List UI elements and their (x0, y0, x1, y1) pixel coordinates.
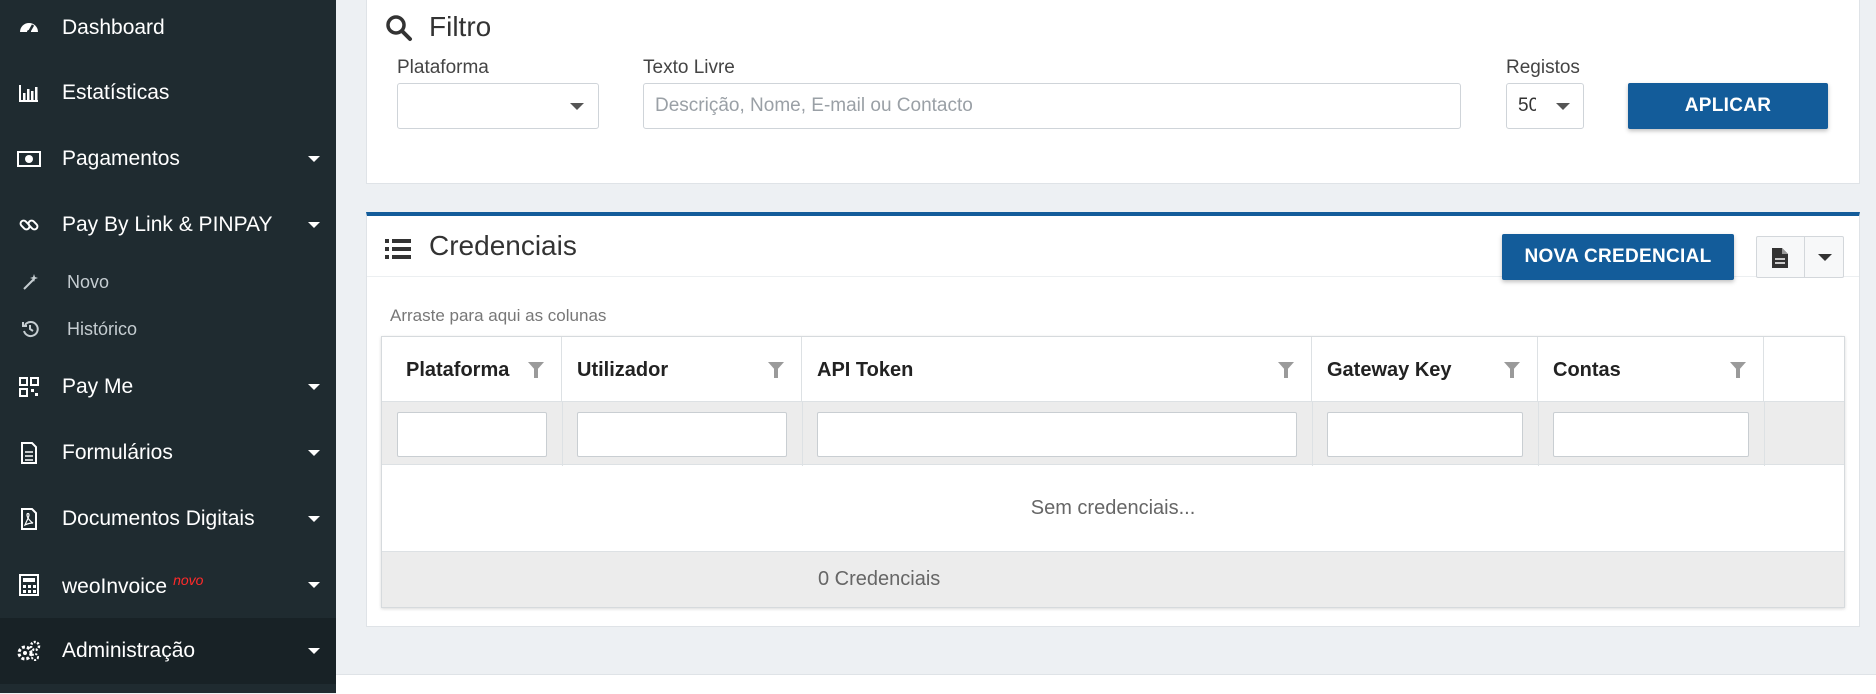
column-header-label: Utilizador (577, 359, 669, 381)
column-header-label: Plataforma (406, 359, 510, 381)
filter-icon[interactable] (528, 362, 544, 378)
money-icon (17, 147, 41, 171)
chevron-down-icon (1556, 103, 1570, 110)
grid-footer: 0 Credenciais (382, 551, 1844, 607)
new-credential-button[interactable]: NOVA CREDENCIAL (1502, 234, 1734, 280)
export-button-group (1756, 236, 1844, 278)
sidebar-item-administracao[interactable]: Administração (0, 618, 336, 684)
document-icon[interactable] (1771, 247, 1789, 274)
chevron-down-icon (308, 582, 320, 588)
sidebar-item-label: Pagamentos (62, 147, 180, 170)
sidebar-item-formularios[interactable]: Formulários (0, 433, 336, 473)
column-header-gateway-key[interactable]: Gateway Key (1312, 337, 1538, 401)
qrcode-icon (17, 375, 41, 399)
link-icon (17, 213, 41, 237)
record-count: 0 Credenciais (818, 568, 941, 590)
gateway-key-filter-input[interactable] (1327, 412, 1523, 457)
plataforma-select[interactable] (397, 83, 599, 129)
sidebar-item-label: Administração (62, 639, 196, 662)
sidebar-item-label: weoInvoice novo (62, 571, 204, 598)
sidebar-item-dashboard[interactable]: Dashboard (0, 8, 336, 48)
sidebar-item-label: Histórico (67, 318, 138, 339)
chevron-down-icon (308, 450, 320, 456)
credentials-grid: Plataforma Utilizador API Token Gateway … (381, 336, 1845, 608)
column-header-plataforma[interactable]: Plataforma (382, 337, 562, 401)
plataforma-filter-input[interactable] (397, 412, 547, 457)
column-header-utilizador[interactable]: Utilizador (562, 337, 802, 401)
filter-icon[interactable] (1278, 362, 1294, 378)
sidebar-item-label: Documentos Digitais (62, 507, 255, 530)
column-header-api-token[interactable]: API Token (802, 337, 1312, 401)
sidebar-item-label: Pay By Link & PINPAY (62, 213, 273, 236)
filter-icon[interactable] (1730, 362, 1746, 378)
sidebar-item-label: Pay Me (62, 375, 134, 398)
chevron-down-icon (308, 648, 320, 654)
registos-select[interactable]: 50 (1506, 83, 1584, 129)
chevron-down-icon (570, 103, 584, 110)
chevron-down-icon (308, 156, 320, 162)
apply-button[interactable]: APLICAR (1628, 83, 1828, 129)
column-header-label: Contas (1553, 359, 1621, 381)
empty-message: Sem credenciais... (1030, 496, 1196, 519)
divider (562, 402, 563, 466)
group-drop-hint: Arraste para aqui as colunas (390, 306, 607, 325)
filter-icon[interactable] (1504, 362, 1520, 378)
chevron-down-icon (308, 516, 320, 522)
sidebar-item-estatisticas[interactable]: Estatísticas (0, 73, 336, 113)
texto-livre-label: Texto Livre (643, 57, 735, 78)
divider (802, 402, 803, 466)
api-token-filter-input[interactable] (817, 412, 1297, 457)
magic-wand-icon (20, 272, 40, 292)
divider (1312, 402, 1313, 466)
sidebar-item-label: Novo (67, 271, 110, 292)
filter-icon[interactable] (768, 362, 784, 378)
form-icon (17, 441, 41, 465)
pdf-icon (17, 507, 41, 531)
sidebar-subitem-novo[interactable]: Novo (0, 264, 336, 300)
chevron-down-icon (308, 384, 320, 390)
filter-row (382, 401, 1844, 466)
sidebar-item-pagamentos[interactable]: Pagamentos (0, 139, 336, 179)
sidebar-item-pay-me[interactable]: Pay Me (0, 367, 336, 407)
sidebar-item-pay-by-link[interactable]: Pay By Link & PINPAY (0, 205, 336, 245)
divider (1538, 402, 1539, 466)
texto-livre-input[interactable]: Descrição, Nome, E-mail ou Contacto (643, 83, 1461, 129)
texto-livre-placeholder: Descrição, Nome, E-mail ou Contacto (655, 95, 973, 116)
history-icon (20, 319, 40, 339)
sidebar: Dashboard Estatísticas Pagamentos Pay By… (0, 0, 336, 693)
page-footer (336, 674, 1876, 694)
filter-panel: Filtro Plataforma Texto Livre Descrição,… (366, 0, 1860, 184)
bar-chart-icon (17, 81, 41, 105)
utilizador-filter-input[interactable] (577, 412, 787, 457)
sidebar-item-label: Formulários (62, 441, 173, 464)
sidebar-subitem-historico[interactable]: Histórico (0, 311, 336, 347)
divider (1804, 237, 1805, 277)
search-icon (385, 14, 413, 47)
dashboard-icon (17, 16, 41, 40)
sidebar-item-weoinvoice[interactable]: weoInvoice novo (0, 565, 336, 605)
chevron-down-icon (308, 222, 320, 228)
calculator-icon (17, 573, 41, 597)
registos-label: Registos (1506, 57, 1580, 78)
list-icon (385, 238, 411, 265)
sidebar-item-label: Estatísticas (62, 81, 170, 104)
credentials-title: Credenciais (429, 230, 577, 261)
column-header-contas[interactable]: Contas (1538, 337, 1764, 401)
contas-filter-input[interactable] (1553, 412, 1749, 457)
divider (1764, 402, 1765, 466)
new-badge: novo (173, 571, 204, 588)
column-header-label: API Token (817, 359, 914, 381)
registos-value: 50 (1518, 95, 1536, 116)
chevron-down-icon[interactable] (1818, 254, 1832, 261)
cogs-icon (17, 639, 41, 663)
plataforma-label: Plataforma (397, 57, 489, 78)
filter-title: Filtro (429, 11, 492, 42)
column-header-label: Gateway Key (1327, 359, 1452, 381)
sidebar-item-label: Dashboard (62, 16, 165, 39)
sidebar-item-documentos-digitais[interactable]: Documentos Digitais (0, 499, 336, 539)
